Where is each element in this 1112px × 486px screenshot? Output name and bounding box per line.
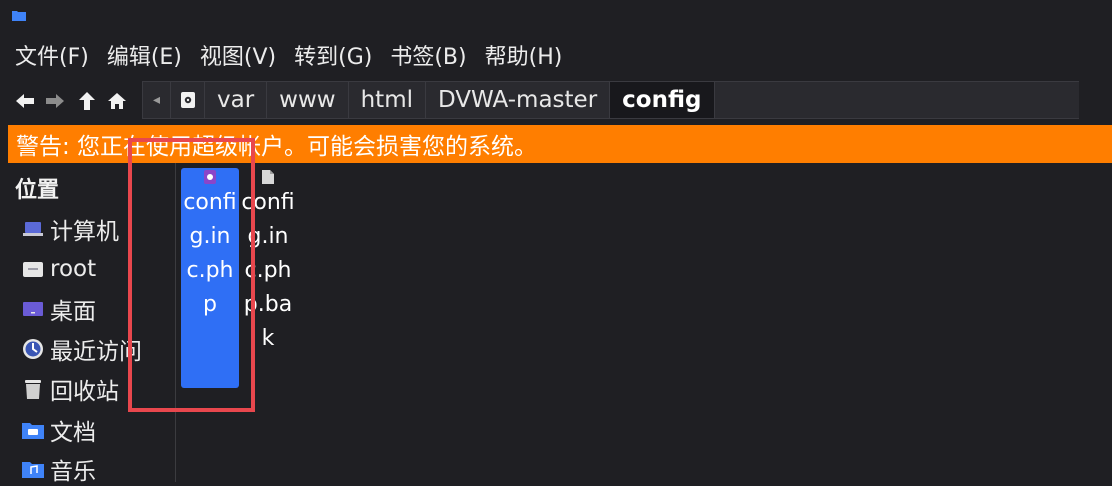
menu-help[interactable]: 帮助(H) <box>476 39 572 71</box>
file-item-config-inc-php[interactable]: config.inc.php <box>181 168 239 388</box>
sidebar-item-label: 回收站 <box>50 379 119 405</box>
path-scroll-left-button[interactable]: ◂ <box>142 81 170 119</box>
file-item-config-inc-php-bak[interactable]: config.inc.php.bak <box>239 168 297 356</box>
toolbar: ◂ var www html DVWA-master config <box>0 79 1112 123</box>
arrow-right-icon <box>46 94 64 108</box>
sidebar-item-label: 最近访问 <box>50 339 142 365</box>
home-folder-icon <box>22 258 44 280</box>
sidebar-item-recent[interactable]: 最近访问 <box>22 334 142 365</box>
php-file-icon <box>181 170 239 186</box>
desktop-icon <box>22 298 44 320</box>
up-button[interactable] <box>74 87 100 115</box>
menu-view[interactable]: 视图(V) <box>191 39 285 71</box>
path-segment-var[interactable]: var <box>204 81 267 119</box>
sidebar-item-label: 桌面 <box>50 299 96 325</box>
forward-button[interactable] <box>42 87 68 115</box>
sidebar-item-label: root <box>50 256 97 282</box>
title-bar <box>0 0 1112 34</box>
documents-folder-icon <box>22 419 44 441</box>
recent-icon <box>22 338 44 360</box>
sidebar-item-label: 计算机 <box>50 219 119 245</box>
sidebar-item-documents[interactable]: 文档 <box>22 415 96 446</box>
sidebar-item-computer[interactable]: 计算机 <box>22 214 119 245</box>
sidebar-item-label: 音乐 <box>50 459 96 485</box>
sidebar-item-root[interactable]: root <box>22 254 96 284</box>
path-segment-dvwa-master[interactable]: DVWA-master <box>425 81 610 119</box>
arrow-left-icon <box>16 94 34 108</box>
file-view: config.inc.php config.inc.php.bak <box>177 163 1112 482</box>
menu-file[interactable]: 文件(F) <box>6 39 98 71</box>
sidebar-item-desktop[interactable]: 桌面 <box>22 294 96 325</box>
sidebar-item-music[interactable]: 音乐 <box>22 454 96 485</box>
drive-icon <box>180 92 195 108</box>
menu-edit[interactable]: 编辑(E) <box>98 39 191 71</box>
file-name: config.inc.php <box>183 190 237 317</box>
music-folder-icon <box>22 458 44 480</box>
path-segment-www[interactable]: www <box>266 81 348 119</box>
arrow-up-icon <box>79 92 95 110</box>
computer-icon <box>22 218 44 240</box>
menu-bar: 文件(F) 编辑(E) 视图(V) 转到(G) 书签(B) 帮助(H) <box>0 34 1112 76</box>
path-segment-config[interactable]: config <box>609 81 715 119</box>
back-button[interactable] <box>12 87 38 115</box>
trash-icon <box>22 378 44 400</box>
file-name: config.inc.php.bak <box>241 190 295 351</box>
path-bar: ◂ var www html DVWA-master config <box>142 81 1079 119</box>
path-segment-html[interactable]: html <box>347 81 425 119</box>
chevron-left-icon: ◂ <box>152 92 161 108</box>
home-button[interactable] <box>104 87 130 115</box>
folder-icon <box>12 11 26 21</box>
sidebar-item-trash[interactable]: 回收站 <box>22 374 119 405</box>
path-bar-filler <box>714 81 1079 119</box>
menu-go[interactable]: 转到(G) <box>285 39 381 71</box>
home-icon <box>108 93 126 109</box>
file-icon <box>239 170 297 186</box>
root-warning-banner: 警告: 您正在使用超级帐户。可能会损害您的系统。 <box>8 125 1112 163</box>
warning-text: 警告: 您正在使用超级帐户。可能会损害您的系统。 <box>16 134 538 160</box>
path-root-button[interactable] <box>170 81 204 119</box>
places-heading: 位置 <box>15 178 60 203</box>
menu-bookmarks[interactable]: 书签(B) <box>381 39 475 71</box>
places-sidebar: 位置 计算机 root 桌面 最近访问 回收站 文档 音乐 <box>0 163 176 485</box>
sidebar-item-label: 文档 <box>50 420 96 446</box>
